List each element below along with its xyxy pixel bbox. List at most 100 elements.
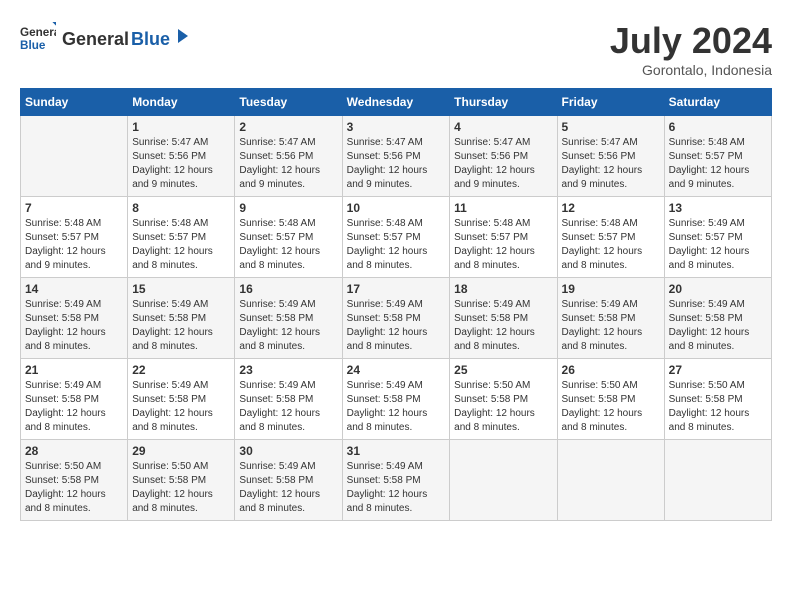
day-number: 6 [669, 120, 767, 134]
header-thursday: Thursday [450, 89, 557, 116]
day-info: Sunrise: 5:49 AMSunset: 5:58 PMDaylight:… [25, 379, 123, 435]
day-info: Sunrise: 5:47 AMSunset: 5:56 PMDaylight:… [132, 136, 230, 192]
day-number: 15 [132, 282, 230, 296]
calendar-cell: 2Sunrise: 5:47 AMSunset: 5:56 PMDaylight… [235, 116, 342, 197]
calendar-cell: 14Sunrise: 5:49 AMSunset: 5:58 PMDayligh… [21, 278, 128, 359]
calendar-cell: 22 Sunrise: 5:49 AMSunset: 5:58 PMDayligh… [128, 359, 235, 440]
calendar-cell: 15 Sunrise: 5:49 AMSunset: 5:58 PMDayligh… [128, 278, 235, 359]
day-number: 21 [25, 363, 123, 377]
day-number: 20 [669, 282, 767, 296]
day-info: Sunrise: 5:48 AMSunset: 5:57 PMDaylight:… [347, 217, 446, 273]
day-info: Sunrise: 5:50 AMSunset: 5:58 PMDaylight:… [562, 379, 660, 435]
logo-general-text: General [62, 29, 129, 50]
calendar-cell: 24 Sunrise: 5:49 AMSunset: 5:58 PMDayligh… [342, 359, 450, 440]
day-info: Sunrise: 5:49 AMSunset: 5:58 PMDaylight:… [347, 379, 446, 435]
day-number: 3 [347, 120, 446, 134]
day-info: Sunrise: 5:49 AMSunset: 5:58 PMDaylight:… [669, 298, 767, 354]
day-info: Sunrise: 5:48 AMSunset: 5:57 PMDaylight:… [239, 217, 337, 273]
logo-blue-text: Blue [131, 29, 170, 50]
calendar-cell: 21 Sunrise: 5:49 AMSunset: 5:58 PMDayligh… [21, 359, 128, 440]
location-text: Gorontalo, Indonesia [610, 62, 772, 78]
calendar-cell: 4Sunrise: 5:47 AMSunset: 5:56 PMDaylight… [450, 116, 557, 197]
day-info: Sunrise: 5:48 AMSunset: 5:57 PMDaylight:… [25, 217, 123, 273]
header-wednesday: Wednesday [342, 89, 450, 116]
calendar-cell: 10 Sunrise: 5:48 AMSunset: 5:57 PMDayligh… [342, 197, 450, 278]
calendar-cell: 19 Sunrise: 5:49 AMSunset: 5:58 PMDayligh… [557, 278, 664, 359]
calendar-week-row: 7Sunrise: 5:48 AMSunset: 5:57 PMDaylight… [21, 197, 772, 278]
day-info: Sunrise: 5:49 AMSunset: 5:58 PMDaylight:… [454, 298, 552, 354]
day-number: 17 [347, 282, 446, 296]
day-number: 25 [454, 363, 552, 377]
header-saturday: Saturday [664, 89, 771, 116]
calendar-table: SundayMondayTuesdayWednesdayThursdayFrid… [20, 88, 772, 521]
day-info: Sunrise: 5:50 AMSunset: 5:58 PMDaylight:… [669, 379, 767, 435]
calendar-cell: 1 Sunrise: 5:47 AMSunset: 5:56 PMDaylight… [128, 116, 235, 197]
calendar-cell: 27 Sunrise: 5:50 AMSunset: 5:58 PMDayligh… [664, 359, 771, 440]
day-info: Sunrise: 5:50 AMSunset: 5:58 PMDaylight:… [132, 460, 230, 516]
calendar-cell: 28Sunrise: 5:50 AMSunset: 5:58 PMDayligh… [21, 440, 128, 521]
day-number: 16 [239, 282, 337, 296]
calendar-cell: 6 Sunrise: 5:48 AMSunset: 5:57 PMDaylight… [664, 116, 771, 197]
calendar-cell [557, 440, 664, 521]
day-info: Sunrise: 5:49 AMSunset: 5:58 PMDaylight:… [25, 298, 123, 354]
calendar-cell [21, 116, 128, 197]
calendar-cell: 3Sunrise: 5:47 AMSunset: 5:56 PMDaylight… [342, 116, 450, 197]
calendar-cell: 31Sunrise: 5:49 AMSunset: 5:58 PMDayligh… [342, 440, 450, 521]
day-number: 18 [454, 282, 552, 296]
day-info: Sunrise: 5:47 AMSunset: 5:56 PMDaylight:… [562, 136, 660, 192]
day-number: 1 [132, 120, 230, 134]
calendar-cell [450, 440, 557, 521]
calendar-cell: 20 Sunrise: 5:49 AMSunset: 5:58 PMDayligh… [664, 278, 771, 359]
calendar-cell: 26Sunrise: 5:50 AMSunset: 5:58 PMDayligh… [557, 359, 664, 440]
calendar-week-row: 14Sunrise: 5:49 AMSunset: 5:58 PMDayligh… [21, 278, 772, 359]
day-number: 9 [239, 201, 337, 215]
day-info: Sunrise: 5:49 AMSunset: 5:58 PMDaylight:… [132, 379, 230, 435]
day-number: 8 [132, 201, 230, 215]
day-number: 5 [562, 120, 660, 134]
day-number: 28 [25, 444, 123, 458]
day-number: 27 [669, 363, 767, 377]
month-title: July 2024 [610, 20, 772, 62]
day-info: Sunrise: 5:49 AMSunset: 5:58 PMDaylight:… [132, 298, 230, 354]
calendar-cell: 17Sunrise: 5:49 AMSunset: 5:58 PMDayligh… [342, 278, 450, 359]
calendar-cell: 25 Sunrise: 5:50 AMSunset: 5:58 PMDayligh… [450, 359, 557, 440]
day-info: Sunrise: 5:48 AMSunset: 5:57 PMDaylight:… [132, 217, 230, 273]
header-monday: Monday [128, 89, 235, 116]
day-info: Sunrise: 5:49 AMSunset: 5:58 PMDaylight:… [239, 460, 337, 516]
day-info: Sunrise: 5:48 AMSunset: 5:57 PMDaylight:… [562, 217, 660, 273]
day-info: Sunrise: 5:47 AMSunset: 5:56 PMDaylight:… [454, 136, 552, 192]
calendar-week-row: 1 Sunrise: 5:47 AMSunset: 5:56 PMDaylight… [21, 116, 772, 197]
day-info: Sunrise: 5:49 AMSunset: 5:58 PMDaylight:… [347, 460, 446, 516]
day-number: 12 [562, 201, 660, 215]
calendar-cell: 8 Sunrise: 5:48 AMSunset: 5:57 PMDaylight… [128, 197, 235, 278]
calendar-cell: 30 Sunrise: 5:49 AMSunset: 5:58 PMDayligh… [235, 440, 342, 521]
logo-arrow-icon [172, 27, 190, 45]
logo: General Blue General Blue [20, 20, 190, 56]
calendar-cell: 11Sunrise: 5:48 AMSunset: 5:57 PMDayligh… [450, 197, 557, 278]
page-header: General Blue General Blue July 2024 Goro… [20, 20, 772, 78]
day-info: Sunrise: 5:49 AMSunset: 5:58 PMDaylight:… [562, 298, 660, 354]
day-info: Sunrise: 5:49 AMSunset: 5:58 PMDaylight:… [239, 379, 337, 435]
day-number: 30 [239, 444, 337, 458]
calendar-cell: 18 Sunrise: 5:49 AMSunset: 5:58 PMDayligh… [450, 278, 557, 359]
day-number: 24 [347, 363, 446, 377]
day-number: 13 [669, 201, 767, 215]
title-block: July 2024 Gorontalo, Indonesia [610, 20, 772, 78]
calendar-cell: 23Sunrise: 5:49 AMSunset: 5:58 PMDayligh… [235, 359, 342, 440]
calendar-cell: 16 Sunrise: 5:49 AMSunset: 5:58 PMDayligh… [235, 278, 342, 359]
day-info: Sunrise: 5:50 AMSunset: 5:58 PMDaylight:… [454, 379, 552, 435]
calendar-cell: 5 Sunrise: 5:47 AMSunset: 5:56 PMDaylight… [557, 116, 664, 197]
day-info: Sunrise: 5:49 AMSunset: 5:57 PMDaylight:… [669, 217, 767, 273]
header-tuesday: Tuesday [235, 89, 342, 116]
calendar-cell [664, 440, 771, 521]
day-info: Sunrise: 5:49 AMSunset: 5:58 PMDaylight:… [239, 298, 337, 354]
calendar-cell: 12 Sunrise: 5:48 AMSunset: 5:57 PMDayligh… [557, 197, 664, 278]
day-number: 19 [562, 282, 660, 296]
header-friday: Friday [557, 89, 664, 116]
day-info: Sunrise: 5:48 AMSunset: 5:57 PMDaylight:… [669, 136, 767, 192]
day-number: 22 [132, 363, 230, 377]
calendar-header-row: SundayMondayTuesdayWednesdayThursdayFrid… [21, 89, 772, 116]
logo-icon: General Blue [20, 20, 56, 56]
calendar-week-row: 28 Sunrise: 5:50 AMSunset: 5:58 PMDayligh… [21, 440, 772, 521]
day-number: 10 [347, 201, 446, 215]
